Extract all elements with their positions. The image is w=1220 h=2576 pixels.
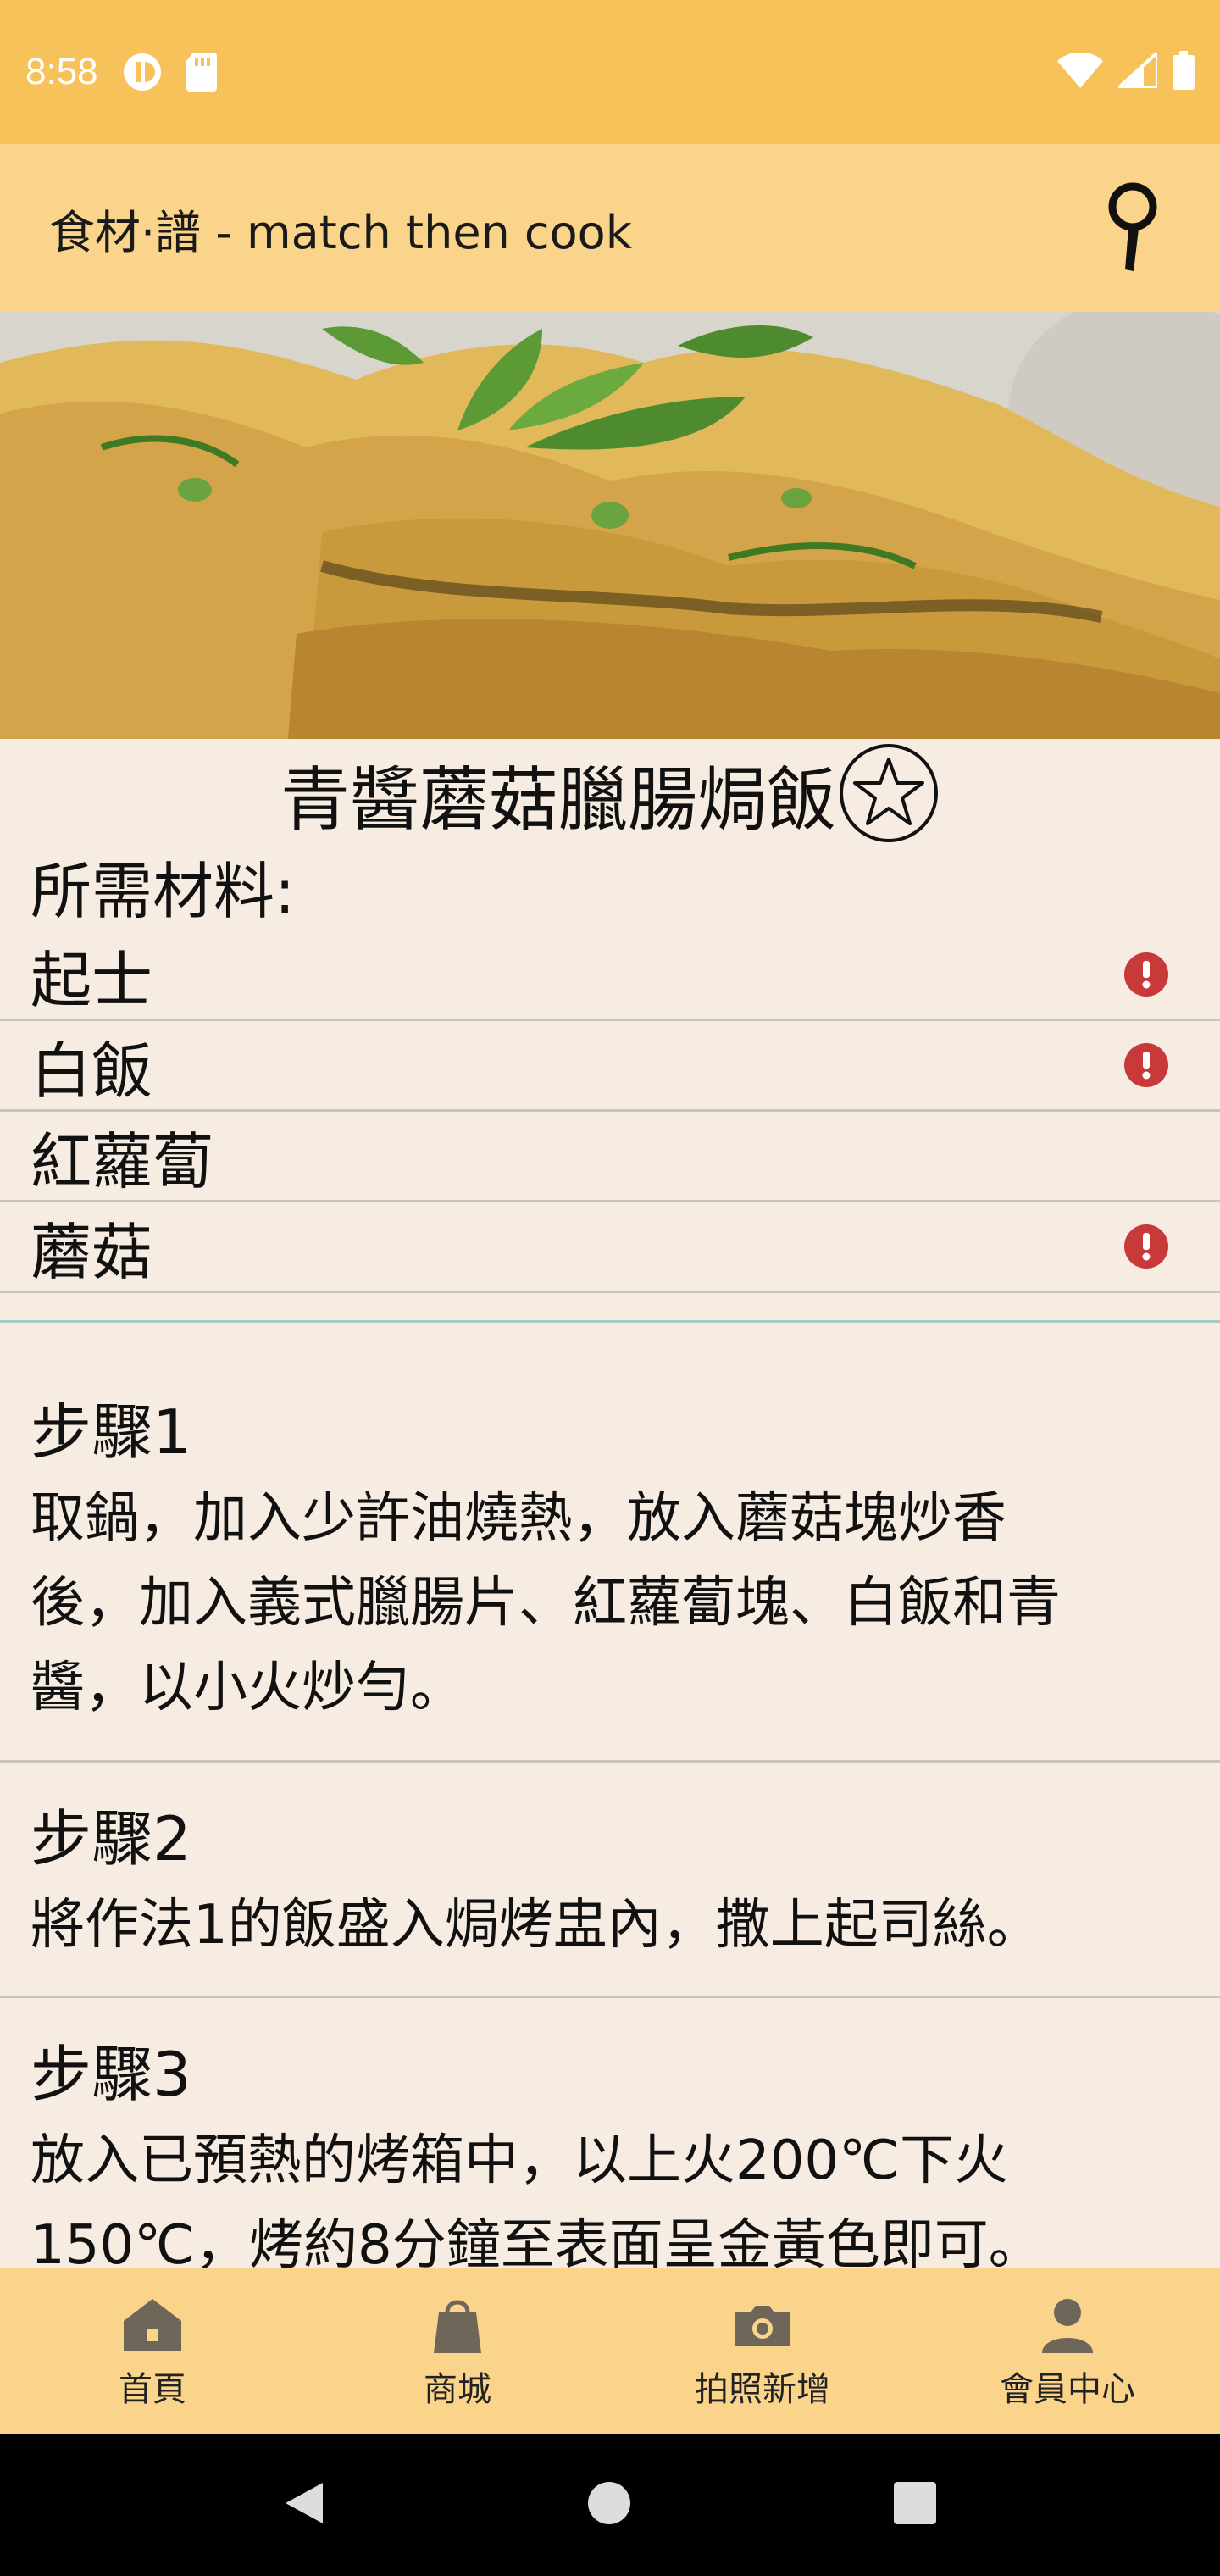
back-triangle-icon <box>286 2483 324 2523</box>
step-text-line: 取鍋，加入少許油燒熱，放入蘑菇塊炒香 <box>30 1487 1006 1550</box>
back-button[interactable] <box>282 2479 326 2530</box>
ingredient-name: 起士 <box>30 944 153 1016</box>
nav-label: 商城 <box>424 2370 491 2409</box>
recents-square-icon <box>893 2482 936 2524</box>
missing-ingredient-alert-icon <box>1124 1043 1168 1087</box>
step-text-line: 後，加入義式臘腸片、紅蘿蔔塊、白飯和青 <box>30 1572 1061 1635</box>
nav-label: 會員中心 <box>1000 2370 1135 2409</box>
step-text-line: 150℃，烤約8分鐘至表面呈金黃色即可。 <box>30 2214 1043 2268</box>
ingredient-row[interactable]: 蘑菇 <box>0 1202 1220 1293</box>
system-navigation-bar <box>0 2434 1220 2576</box>
signal-icon <box>1113 48 1159 92</box>
ingredient-row[interactable]: 紅蘿蔔 <box>0 1112 1220 1202</box>
ingredient-name: 蘑菇 <box>30 1216 153 1288</box>
bottom-navigation: 首頁 商城 拍照新增 會員中心 <box>0 2268 1220 2434</box>
camera-icon <box>735 2306 790 2346</box>
step-title: 步驟1 <box>30 1396 191 1468</box>
star-outline-icon <box>840 744 938 842</box>
battery-icon <box>1173 51 1195 93</box>
ingredients-heading: 所需材料: <box>30 856 296 927</box>
step-item: 步驟3 放入已預熱的烤箱中，以上火200℃下火 150℃，烤約8分鐘至表面呈金黃… <box>0 2030 1220 2268</box>
sd-card-icon <box>181 52 222 92</box>
ingredient-name: 白飯 <box>30 1035 153 1107</box>
data-saver-icon <box>122 52 163 92</box>
recents-button[interactable] <box>892 2480 938 2529</box>
step-title: 步驟2 <box>30 1803 191 1874</box>
shopping-bag-icon <box>434 2300 481 2353</box>
ingredient-row[interactable]: 白飯 <box>0 1021 1220 1112</box>
recipe-photo <box>0 312 1220 739</box>
recipe-title: 青醬蘑菇臘腸焗飯 <box>280 759 836 841</box>
ingredient-row[interactable]: 起士 <box>0 930 1220 1021</box>
missing-ingredient-alert-icon <box>1124 1224 1168 1269</box>
step-title: 步驟3 <box>30 2039 191 2110</box>
step-item: 步驟2 將作法1的飯盛入焗烤盅內，撒上起司絲。 <box>0 1795 1220 1998</box>
ingredient-name: 紅蘿蔔 <box>30 1125 214 1197</box>
status-bar: 8:58 <box>0 0 1220 144</box>
nav-item-member[interactable]: 會員中心 <box>915 2268 1220 2434</box>
missing-ingredient-alert-icon <box>1124 952 1168 997</box>
app-bar: 食材·譜 - match then cook <box>0 144 1220 312</box>
step-text-line: 醬，以小火炒勻。 <box>30 1657 464 1719</box>
step-text-line: 放入已預熱的烤箱中，以上火200℃下火 <box>30 2129 1009 2192</box>
app-title: 食材·譜 - match then cook <box>49 205 632 259</box>
nav-item-home[interactable]: 首頁 <box>0 2268 305 2434</box>
wifi-icon <box>1057 52 1103 92</box>
nav-item-photo-add[interactable]: 拍照新增 <box>610 2268 915 2434</box>
step-item: 步驟1 取鍋，加入少許油燒熱，放入蘑菇塊炒香 後，加入義式臘腸片、紅蘿蔔塊、白飯… <box>0 1388 1220 1763</box>
person-icon <box>1042 2299 1093 2353</box>
nav-label: 首頁 <box>119 2370 186 2409</box>
search-button[interactable] <box>1095 177 1171 279</box>
step-text-line: 將作法1的飯盛入焗烤盅內，撒上起司絲。 <box>30 1894 1041 1957</box>
nav-item-shop[interactable]: 商城 <box>305 2268 610 2434</box>
home-button[interactable] <box>586 2480 632 2529</box>
home-circle-icon <box>587 2482 630 2524</box>
status-time: 8:58 <box>25 51 98 92</box>
magnifier-icon <box>1108 182 1157 271</box>
house-icon <box>124 2299 181 2351</box>
nav-label: 拍照新增 <box>695 2370 830 2409</box>
recipe-title-row: 青醬蘑菇臘腸焗飯 <box>0 739 1220 847</box>
section-divider <box>0 1320 1220 1323</box>
favorite-button[interactable] <box>838 742 940 844</box>
